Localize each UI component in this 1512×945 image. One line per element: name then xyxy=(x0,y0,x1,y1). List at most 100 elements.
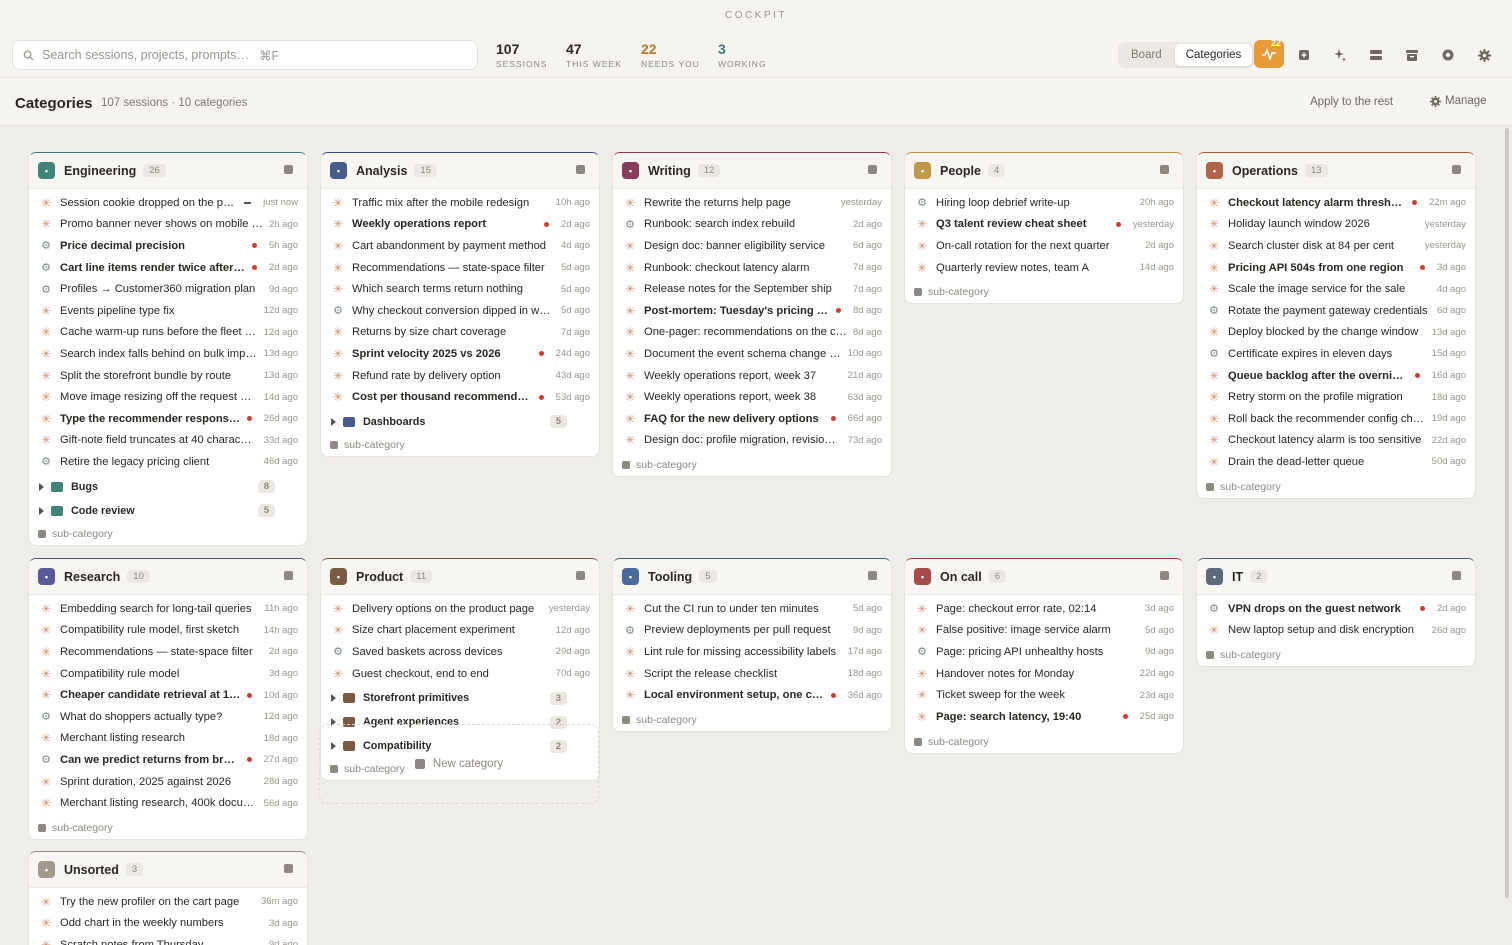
session-row[interactable]: ⚙ Cart line items render twice after r… 2d… xyxy=(29,257,307,279)
session-row[interactable]: ✳ New laptop setup and disk encryption 26d… xyxy=(1197,620,1475,642)
session-row[interactable]: ✳ Design doc: banner eligibility service 6… xyxy=(613,235,891,257)
session-row[interactable]: ✳ Lint rule for missing accessibility lab… xyxy=(613,641,891,663)
add-session-icon[interactable] xyxy=(284,571,293,580)
session-row[interactable]: ✳ Checkout latency alarm is too sensitive… xyxy=(1197,430,1475,452)
session-row[interactable]: ✳ Events pipeline type fix 12d ago xyxy=(29,300,307,322)
list-button[interactable] xyxy=(1363,42,1389,68)
session-row[interactable]: ✳ Split the storefront bundle by route 13d… xyxy=(29,365,307,387)
category-header[interactable]: ▪ Analysis 15 xyxy=(321,153,599,189)
session-row[interactable]: ⚙ VPN drops on the guest network 2d ago xyxy=(1197,598,1475,620)
session-row[interactable]: ⚙ Profiles → Customer360 migration plan 9d… xyxy=(29,278,307,300)
category-header[interactable]: ▪ Engineering 26 xyxy=(29,153,307,189)
session-row[interactable]: ✳ Size chart placement experiment 12d ago xyxy=(321,620,599,642)
session-row[interactable]: ✳ Type the recommender response … 26d ago xyxy=(29,408,307,430)
add-subcategory-button[interactable]: sub-category xyxy=(613,709,891,731)
session-row[interactable]: ✳ Search cluster disk at 84 per cent yeste… xyxy=(1197,235,1475,257)
session-row[interactable]: ⚙ Saved baskets across devices 29d ago xyxy=(321,641,599,663)
session-row[interactable]: ✳ Handover notes for Monday 22d ago xyxy=(905,663,1183,685)
add-subcategory-button[interactable]: sub-category xyxy=(1197,644,1475,666)
activity-button[interactable]: 22 xyxy=(1254,38,1284,68)
chevron-right-icon[interactable] xyxy=(39,482,44,491)
add-session-icon[interactable] xyxy=(868,571,877,580)
session-row[interactable]: ✳ Drain the dead-letter queue 50d ago xyxy=(1197,451,1475,473)
session-row[interactable]: ✳ Which search terms return nothing 5d ago xyxy=(321,278,599,300)
add-subcategory-button[interactable]: sub-category xyxy=(29,523,307,545)
stat-needs-you[interactable]: 22 NEEDS YOU xyxy=(641,42,700,70)
session-row[interactable]: ✳ Page: checkout error rate, 02:14 3d ago xyxy=(905,598,1183,620)
session-row[interactable]: ✳ Rewrite the returns help page yesterday xyxy=(613,192,891,214)
subcategory-row[interactable]: Storefront primitives 3 xyxy=(321,686,599,710)
add-session-icon[interactable] xyxy=(1160,571,1169,580)
session-row[interactable]: ✳ Document the event schema change … 10d a… xyxy=(613,343,891,365)
chevron-right-icon[interactable] xyxy=(331,694,336,703)
chevron-right-icon[interactable] xyxy=(331,417,336,426)
category-header[interactable]: ▪ Operations 13 xyxy=(1197,153,1475,189)
new-session-button[interactable] xyxy=(1291,42,1317,68)
session-row[interactable]: ⚙ Price decimal precision 5h ago xyxy=(29,235,307,257)
session-row[interactable]: ✳ Scale the image service for the sale 4d … xyxy=(1197,278,1475,300)
session-row[interactable]: ✳ Merchant listing research 18d ago xyxy=(29,728,307,750)
session-row[interactable]: ✳ Gift-note field truncates at 40 charac…… xyxy=(29,430,307,452)
add-subcategory-button[interactable]: sub-category xyxy=(321,434,599,456)
archive-button[interactable] xyxy=(1399,42,1425,68)
add-session-icon[interactable] xyxy=(1452,165,1461,174)
session-row[interactable]: ⚙ Page: pricing API unhealthy hosts 9d ago xyxy=(905,641,1183,663)
session-row[interactable]: ✳ Queue backlog after the overnigh… 16d ag… xyxy=(1197,365,1475,387)
session-row[interactable]: ✳ FAQ for the new delivery options 66d ago xyxy=(613,408,891,430)
session-row[interactable]: ⚙ Hiring loop debrief write-up 20h ago xyxy=(905,192,1183,214)
add-subcategory-button[interactable]: sub-category xyxy=(613,454,891,476)
session-row[interactable]: ⚙ Certificate expires in eleven days 15d a… xyxy=(1197,343,1475,365)
session-row[interactable]: ✳ On-call rotation for the next quarter 2d… xyxy=(905,235,1183,257)
add-session-icon[interactable] xyxy=(576,165,585,174)
session-row[interactable]: ✳ Q3 talent review cheat sheet yesterday xyxy=(905,214,1183,236)
session-row[interactable]: ⚙ Can we predict returns from brow… 27d ag… xyxy=(29,749,307,771)
session-row[interactable]: ✳ Try the new profiler on the cart page 36… xyxy=(29,891,307,913)
session-row[interactable]: ⚙ What do shoppers actually type? 12d ago xyxy=(29,706,307,728)
category-header[interactable]: ▪ IT 2 xyxy=(1197,559,1475,595)
session-row[interactable]: ⚙ Runbook: search index rebuild 2d ago xyxy=(613,214,891,236)
session-row[interactable]: ✳ Scratch notes from Thursday 9d ago xyxy=(29,934,307,945)
category-header[interactable]: ▪ Writing 12 xyxy=(613,153,891,189)
session-row[interactable]: ✳ Search index falls behind on bulk imp… 1… xyxy=(29,343,307,365)
session-row[interactable]: ✳ Ticket sweep for the week 23d ago xyxy=(905,684,1183,706)
manage-button[interactable]: Manage xyxy=(1430,95,1487,107)
session-row[interactable]: ✳ Refund rate by delivery option 43d ago xyxy=(321,365,599,387)
session-row[interactable]: ✳ Compatibility rule model 3d ago xyxy=(29,663,307,685)
add-subcategory-button[interactable]: sub-category xyxy=(1197,476,1475,498)
apply-to-rest-button[interactable]: Apply to the rest xyxy=(1310,96,1393,108)
session-row[interactable]: ✳ Runbook: checkout latency alarm 7d ago xyxy=(613,257,891,279)
session-row[interactable]: ✳ One-pager: recommendations on the c… 8d … xyxy=(613,322,891,344)
add-subcategory-button[interactable]: sub-category xyxy=(905,281,1183,303)
session-row[interactable]: ✳ Deploy blocked by the change window 13d … xyxy=(1197,322,1475,344)
session-row[interactable]: ✳ Checkout latency alarm threshold 22m ago xyxy=(1197,192,1475,214)
session-row[interactable]: ✳ Cache warm-up runs before the fleet … 12… xyxy=(29,322,307,344)
board-view-button[interactable]: Board xyxy=(1120,44,1173,66)
subcategory-row[interactable]: Dashboards 5 xyxy=(321,410,599,434)
category-header[interactable]: ▪ Product 11 xyxy=(321,559,599,595)
session-row[interactable]: ✳ Sprint velocity 2025 vs 2026 24d ago xyxy=(321,343,599,365)
add-session-icon[interactable] xyxy=(1160,165,1169,174)
session-row[interactable]: ⚙ Why checkout conversion dipped in w… 5d … xyxy=(321,300,599,322)
session-row[interactable]: ✳ Traffic mix after the mobile redesign 10… xyxy=(321,192,599,214)
category-header[interactable]: ▪ Unsorted 3 xyxy=(29,852,307,888)
add-subcategory-button[interactable]: sub-category xyxy=(29,817,307,839)
session-row[interactable]: ✳ Weekly operations report 2d ago xyxy=(321,214,599,236)
session-row[interactable]: ⚙ Preview deployments per pull request 9d … xyxy=(613,620,891,642)
session-row[interactable]: ✳ Script the release checklist 18d ago xyxy=(613,663,891,685)
session-row[interactable]: ⚙ Rotate the payment gateway credentials 6… xyxy=(1197,300,1475,322)
session-row[interactable]: ✳ Roll back the recommender config ch… 19d… xyxy=(1197,408,1475,430)
new-category-button[interactable]: New category xyxy=(319,724,599,804)
category-header[interactable]: ▪ Research 10 xyxy=(29,559,307,595)
session-row[interactable]: ✳ Recommendations — state-space filter 5d … xyxy=(321,257,599,279)
add-session-icon[interactable] xyxy=(868,165,877,174)
session-row[interactable]: ✳ Cut the CI run to under ten minutes 5d a… xyxy=(613,598,891,620)
session-row[interactable]: ✳ False positive: image service alarm 5d a… xyxy=(905,620,1183,642)
session-row[interactable]: ✳ Cheaper candidate retrieval at 16… 10d a… xyxy=(29,684,307,706)
session-row[interactable]: ✳ Guest checkout, end to end 70d ago xyxy=(321,663,599,685)
session-row[interactable]: ✳ Weekly operations report, week 37 21d ag… xyxy=(613,365,891,387)
session-row[interactable]: ✳ Recommendations — state-space filter 2d … xyxy=(29,641,307,663)
chevron-right-icon[interactable] xyxy=(39,506,44,515)
session-row[interactable]: ✳ Local environment setup, one co… 36d ago xyxy=(613,684,891,706)
settings-button[interactable] xyxy=(1471,42,1497,68)
subcategory-row[interactable]: Bugs 8 xyxy=(29,475,307,499)
